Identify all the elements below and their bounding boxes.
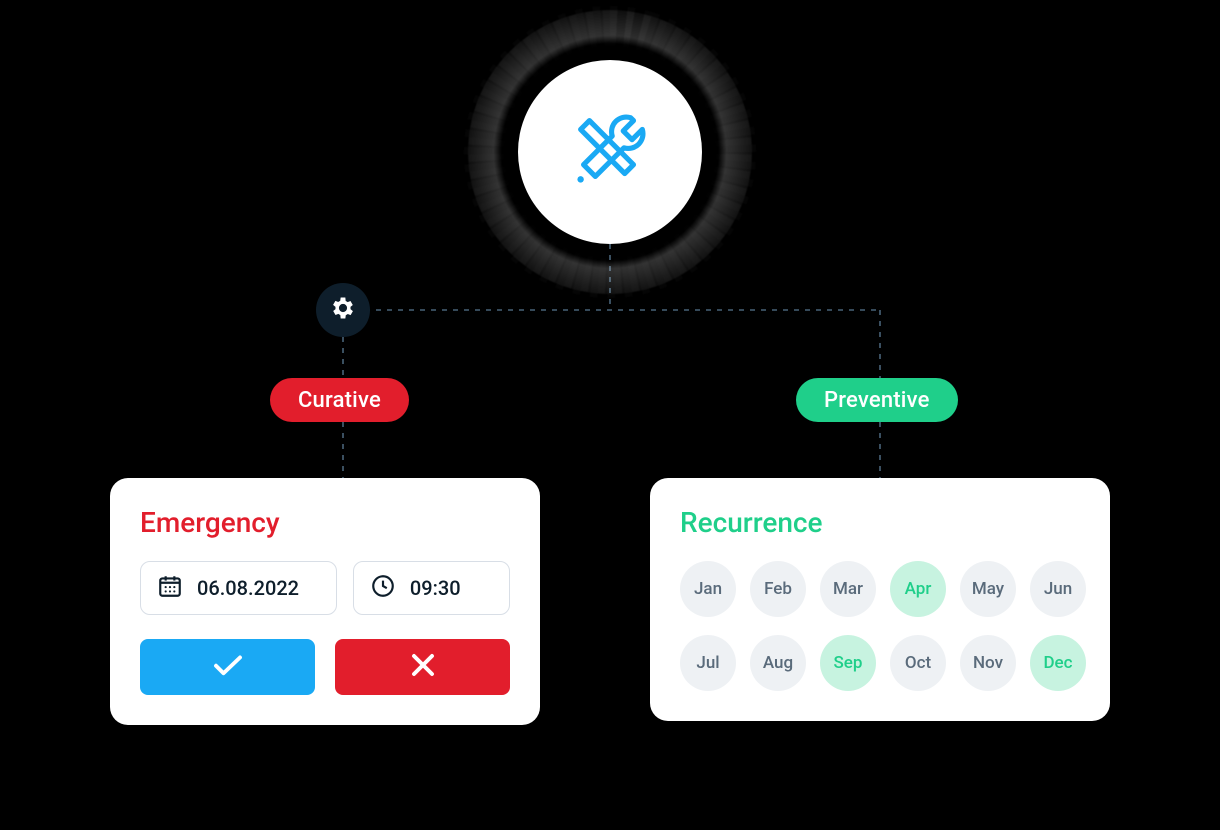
preventive-pill-label: Preventive (824, 388, 930, 413)
months-grid: JanFebMarAprMayJunJulAugSepOctNovDec (680, 561, 1080, 691)
tools-node (518, 60, 702, 244)
month-jun[interactable]: Jun (1030, 561, 1086, 617)
date-field[interactable]: 06.08.2022 (140, 561, 337, 615)
month-aug[interactable]: Aug (750, 635, 806, 691)
check-icon (210, 647, 246, 687)
clock-icon (370, 573, 396, 604)
calendar-icon (157, 573, 183, 604)
emergency-actions (140, 639, 510, 695)
month-mar[interactable]: Mar (820, 561, 876, 617)
month-nov[interactable]: Nov (960, 635, 1016, 691)
preventive-pill: Preventive (796, 378, 958, 422)
curative-pill-label: Curative (298, 388, 381, 413)
close-icon (405, 647, 441, 687)
recurrence-card: Recurrence JanFebMarAprMayJunJulAugSepOc… (650, 478, 1110, 721)
date-value: 06.08.2022 (197, 576, 299, 600)
cancel-button[interactable] (335, 639, 510, 695)
month-jan[interactable]: Jan (680, 561, 736, 617)
month-may[interactable]: May (960, 561, 1016, 617)
curative-pill: Curative (270, 378, 409, 422)
time-value: 09:30 (410, 576, 461, 600)
emergency-inputs: 06.08.2022 09:30 (140, 561, 510, 615)
emergency-card: Emergency 06.08.2022 (110, 478, 540, 725)
gear-icon (329, 294, 357, 326)
confirm-button[interactable] (140, 639, 315, 695)
month-jul[interactable]: Jul (680, 635, 736, 691)
month-oct[interactable]: Oct (890, 635, 946, 691)
gear-node (316, 283, 370, 337)
tools-icon (563, 103, 657, 201)
month-dec[interactable]: Dec (1030, 635, 1086, 691)
month-feb[interactable]: Feb (750, 561, 806, 617)
month-apr[interactable]: Apr (890, 561, 946, 617)
recurrence-title: Recurrence (680, 506, 1080, 539)
month-sep[interactable]: Sep (820, 635, 876, 691)
emergency-title: Emergency (140, 506, 510, 539)
time-field[interactable]: 09:30 (353, 561, 510, 615)
